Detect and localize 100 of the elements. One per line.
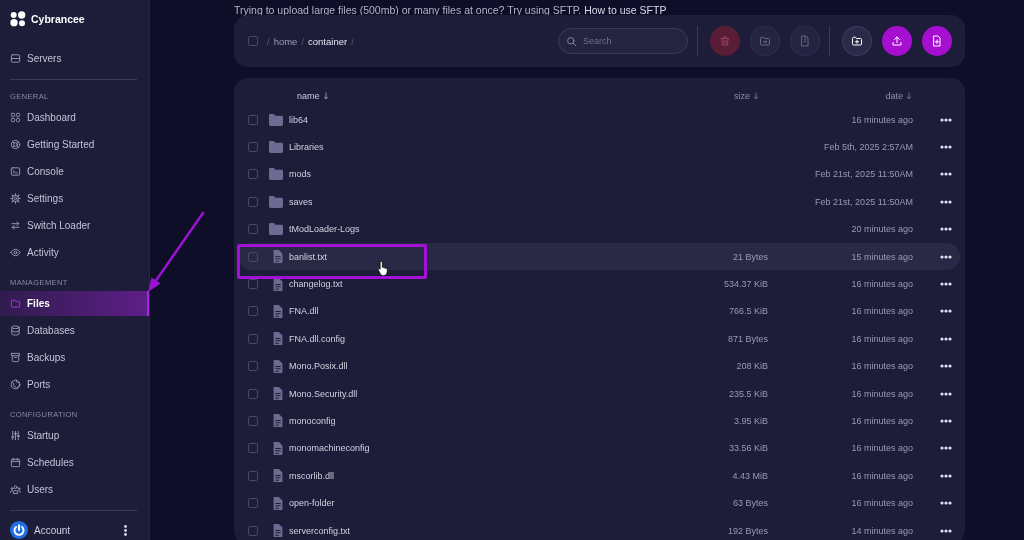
file-row[interactable]: monomachineconfig 33.56 KiB 16 minutes ago	[238, 434, 960, 463]
nav-item[interactable]: Startup	[0, 423, 149, 448]
more-icon[interactable]	[940, 446, 952, 451]
row-checkbox[interactable]	[248, 142, 258, 153]
file-name: changelog.txt	[288, 279, 344, 290]
more-icon[interactable]	[940, 391, 952, 396]
row-checkbox[interactable]	[248, 279, 258, 290]
row-checkbox[interactable]	[248, 498, 258, 509]
file-date: Feb 5th, 2025 2:57AM	[823, 142, 913, 153]
file-date: 20 minutes ago	[851, 224, 913, 235]
more-icon[interactable]	[940, 254, 952, 259]
row-checkbox[interactable]	[248, 388, 258, 399]
column-header[interactable]: date	[885, 91, 913, 101]
more-icon[interactable]	[940, 309, 952, 314]
file-date: Feb 21st, 2025 11:50AM	[815, 196, 913, 207]
file-size: 21 Bytes	[732, 251, 768, 262]
file-size: 235.5 KiB	[728, 388, 768, 399]
file-row[interactable]: lib64 16 minutes ago	[238, 106, 960, 134]
more-icon[interactable]	[940, 419, 952, 423]
more-icon[interactable]	[940, 501, 952, 506]
more-icon[interactable]	[940, 364, 952, 369]
file-lines-icon	[799, 35, 811, 47]
nav-item[interactable]: Dashboard	[0, 105, 149, 130]
breadcrumb-item[interactable]: container	[308, 35, 348, 47]
nav-item[interactable]: Settings	[0, 186, 149, 211]
file-row[interactable]: banlist.txt 21 Bytes 15 minutes ago	[238, 242, 960, 271]
nav-item[interactable]: Getting Started	[0, 132, 149, 157]
sftp-link[interactable]: How to use SFTP	[584, 4, 667, 16]
more-icon[interactable]	[940, 227, 952, 232]
row-checkbox[interactable]	[248, 224, 258, 235]
row-checkbox[interactable]	[248, 169, 258, 180]
row-checkbox[interactable]	[248, 333, 258, 344]
breadcrumb-item[interactable]: home	[273, 35, 298, 47]
file-date: 16 minutes ago	[851, 333, 913, 344]
settings-icon	[10, 193, 21, 204]
new-folder-button[interactable]	[842, 26, 872, 56]
upload-button[interactable]	[882, 26, 912, 56]
search-field[interactable]: Search	[558, 28, 688, 54]
nav-item[interactable]: Servers	[0, 46, 149, 71]
file-date: 14 minutes ago	[851, 525, 913, 536]
file-name: Mono.Security.dll	[288, 388, 359, 399]
row-checkbox[interactable]	[248, 525, 258, 536]
more-icon[interactable]	[940, 336, 952, 341]
nav-item[interactable]: Schedules	[0, 450, 149, 475]
more-icon[interactable]	[940, 117, 952, 122]
column-header[interactable]: size	[734, 91, 760, 101]
nav-item[interactable]: Backups	[0, 345, 149, 370]
file-row[interactable]: tModLoader-Logs 20 minutes ago	[238, 215, 960, 243]
nav-item[interactable]: Switch Loader	[0, 213, 149, 238]
row-checkbox[interactable]	[248, 196, 258, 207]
file-name: mscorlib.dll	[288, 470, 335, 481]
row-checkbox[interactable]	[248, 470, 258, 481]
file-row[interactable]: Libraries Feb 5th, 2025 2:57AM	[238, 133, 960, 161]
file-row[interactable]: mscorlib.dll 4.43 MiB 16 minutes ago	[238, 462, 960, 490]
more-icon[interactable]	[940, 282, 952, 287]
row-checkbox[interactable]	[248, 443, 258, 454]
row-checkbox[interactable]	[248, 306, 258, 317]
more-icon[interactable]	[940, 145, 952, 150]
row-checkbox[interactable]	[248, 416, 258, 426]
nav-item[interactable]: Files	[0, 291, 149, 316]
users-icon	[10, 484, 21, 495]
more-icon[interactable]	[940, 172, 952, 177]
row-checkbox[interactable]	[248, 251, 258, 262]
file-row[interactable]: serverconfig.txt 192 Bytes 14 minutes ago	[238, 516, 960, 540]
nav-item[interactable]: Activity	[0, 240, 149, 265]
file-date: 15 minutes ago	[851, 251, 913, 262]
nav-item[interactable]: Users	[0, 477, 149, 502]
row-checkbox[interactable]	[248, 361, 258, 372]
file-size: 33.56 KiB	[728, 443, 768, 454]
file-name: mods	[288, 169, 312, 180]
nav-item[interactable]: Ports	[0, 372, 149, 397]
file-row[interactable]: FNA.dll.config 871 Bytes 16 minutes ago	[238, 325, 960, 353]
file-row[interactable]: monoconfig 3.95 KiB 16 minutes ago	[238, 407, 960, 435]
row-checkbox[interactable]	[248, 114, 258, 125]
file-icon	[273, 414, 283, 428]
file-size: 3.95 KiB	[733, 416, 768, 426]
more-icon[interactable]	[940, 473, 952, 478]
nav-item[interactable]: Databases	[0, 318, 149, 343]
file-row[interactable]: mods Feb 21st, 2025 11:50AM	[238, 160, 960, 189]
nav-item[interactable]: Console	[0, 159, 149, 184]
file-row[interactable]: open-folder 63 Bytes 16 minutes ago	[238, 489, 960, 517]
select-all-checkbox[interactable]	[248, 36, 258, 46]
file-row[interactable]: saves Feb 21st, 2025 11:50AM	[238, 188, 960, 216]
more-icon[interactable]	[940, 528, 952, 533]
file-row[interactable]: Mono.Posix.dll 208 KiB 16 minutes ago	[238, 352, 960, 380]
file-row[interactable]: Mono.Security.dll 235.5 KiB 16 minutes ago	[238, 379, 960, 408]
file-size: 63 Bytes	[732, 498, 768, 509]
file-row[interactable]: FNA.dll 766.5 KiB 16 minutes ago	[238, 297, 960, 326]
more-icon[interactable]	[940, 199, 952, 204]
file-size: 766.5 KiB	[728, 306, 768, 317]
breadcrumb-separator: /	[301, 35, 305, 47]
terminal-icon	[10, 166, 21, 177]
sort-arrow-icon	[752, 92, 760, 100]
more-vertical-icon[interactable]	[124, 524, 127, 536]
file-row[interactable]: changelog.txt 534.37 KiB 16 minutes ago	[238, 270, 960, 298]
folder-icon	[269, 168, 283, 181]
account-name[interactable]: Account	[34, 524, 71, 536]
new-file-button[interactable]	[922, 26, 952, 56]
column-header[interactable]: name	[297, 91, 330, 101]
folder-icon	[10, 298, 21, 309]
